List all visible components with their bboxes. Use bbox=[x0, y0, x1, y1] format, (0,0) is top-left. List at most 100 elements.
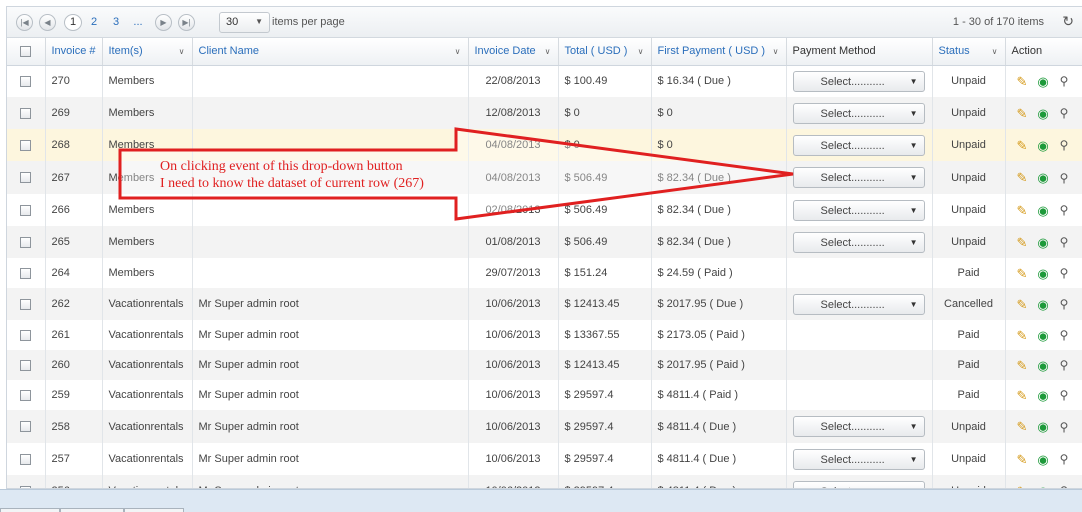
page-1-button[interactable]: 1 bbox=[64, 14, 82, 31]
row-checkbox[interactable] bbox=[7, 97, 46, 129]
row-checkbox[interactable] bbox=[7, 129, 46, 161]
zoom-magnifier-icon[interactable]: ⚲ bbox=[1056, 298, 1073, 310]
zoom-magnifier-icon[interactable]: ⚲ bbox=[1056, 453, 1073, 465]
view-eye-icon[interactable]: ◉ bbox=[1035, 389, 1052, 402]
row-checkbox[interactable] bbox=[7, 65, 46, 97]
edit-pencil-icon[interactable]: ✎ bbox=[1014, 420, 1031, 433]
view-eye-icon[interactable]: ◉ bbox=[1035, 420, 1052, 433]
payment-method-select[interactable]: Select...........▼ bbox=[792, 448, 925, 470]
table-row[interactable]: 266 Members 02/08/2013 $ 506.49 $ 82.34 ( Du… bbox=[7, 194, 1082, 226]
zoom-magnifier-icon[interactable]: ⚲ bbox=[1056, 389, 1073, 401]
row-checkbox[interactable] bbox=[7, 380, 46, 410]
chevron-down-icon[interactable]: ∨ bbox=[638, 47, 644, 56]
row-checkbox[interactable] bbox=[7, 194, 46, 226]
chevron-down-icon[interactable]: ∨ bbox=[992, 47, 998, 56]
table-row[interactable]: 261 Vacationrentals Mr Super admin root 10/… bbox=[7, 320, 1082, 350]
row-checkbox[interactable] bbox=[7, 443, 46, 475]
row-checkbox[interactable] bbox=[7, 475, 46, 488]
edit-pencil-icon[interactable]: ✎ bbox=[1014, 171, 1031, 184]
table-row[interactable]: 258 Vacationrentals Mr Super admin root 10/… bbox=[7, 410, 1082, 443]
first-page-icon[interactable]: |◀ bbox=[16, 14, 33, 31]
view-eye-icon[interactable]: ◉ bbox=[1035, 236, 1052, 249]
edit-pencil-icon[interactable]: ✎ bbox=[1014, 204, 1031, 217]
edit-pencil-icon[interactable]: ✎ bbox=[1014, 139, 1031, 152]
row-checkbox[interactable] bbox=[7, 350, 46, 380]
table-row[interactable]: 260 Vacationrentals Mr Super admin root 10/… bbox=[7, 350, 1082, 380]
row-checkbox[interactable] bbox=[7, 410, 46, 443]
edit-pencil-icon[interactable]: ✎ bbox=[1014, 359, 1031, 372]
last-page-icon[interactable]: ▶| bbox=[178, 14, 195, 31]
table-row[interactable]: 269 Members 12/08/2013 $ 0 $ 0 Select........… bbox=[7, 97, 1082, 129]
payment-method-select[interactable]: Select...........▼ bbox=[792, 293, 925, 315]
page-size-select[interactable]: 30 ▼ bbox=[219, 12, 270, 33]
edit-pencil-icon[interactable]: ✎ bbox=[1014, 236, 1031, 249]
col-total[interactable]: Total ( USD ) ∨ bbox=[558, 38, 652, 66]
payment-method-select[interactable]: Select...........▼ bbox=[792, 167, 925, 188]
zoom-magnifier-icon[interactable]: ⚲ bbox=[1056, 421, 1073, 433]
zoom-magnifier-icon[interactable]: ⚲ bbox=[1056, 75, 1073, 87]
view-eye-icon[interactable]: ◉ bbox=[1035, 453, 1052, 466]
page-more-button[interactable]: ... bbox=[131, 14, 145, 31]
view-eye-icon[interactable]: ◉ bbox=[1035, 267, 1052, 280]
zoom-magnifier-icon[interactable]: ⚲ bbox=[1056, 107, 1073, 119]
view-eye-icon[interactable]: ◉ bbox=[1035, 298, 1052, 311]
payment-method-select[interactable]: Select...........▼ bbox=[792, 102, 925, 124]
col-items[interactable]: Item(s) ∨ bbox=[102, 38, 193, 66]
table-row[interactable]: 259 Vacationrentals Mr Super admin root 10/… bbox=[7, 380, 1082, 410]
payment-method-select[interactable]: Select...........▼ bbox=[792, 199, 925, 221]
edit-pencil-icon[interactable]: ✎ bbox=[1014, 75, 1031, 88]
zoom-magnifier-icon[interactable]: ⚲ bbox=[1056, 204, 1073, 216]
zoom-magnifier-icon[interactable]: ⚲ bbox=[1056, 236, 1073, 248]
page-3-button[interactable]: 3 bbox=[109, 14, 123, 31]
table-row[interactable]: 270 Members 22/08/2013 $ 100.49 $ 16.34 ( Du… bbox=[7, 65, 1082, 97]
refresh-icon[interactable]: ↻ bbox=[1062, 13, 1074, 30]
page-2-button[interactable]: 2 bbox=[87, 14, 101, 31]
table-row[interactable]: 268 Members 04/08/2013 $ 0 $ 0 Select........… bbox=[7, 129, 1082, 161]
zoom-magnifier-icon[interactable]: ⚲ bbox=[1056, 172, 1073, 184]
zoom-magnifier-icon[interactable]: ⚲ bbox=[1056, 139, 1073, 151]
view-eye-icon[interactable]: ◉ bbox=[1035, 75, 1052, 88]
zoom-magnifier-icon[interactable]: ⚲ bbox=[1056, 359, 1073, 371]
bottom-tab[interactable] bbox=[124, 508, 184, 512]
row-checkbox[interactable] bbox=[7, 226, 46, 258]
payment-method-select[interactable]: Select...........▼ bbox=[792, 134, 925, 156]
col-client[interactable]: Client Name ∨ bbox=[192, 38, 469, 66]
table-row[interactable]: 265 Members 01/08/2013 $ 506.49 $ 82.34 ( Du… bbox=[7, 226, 1082, 258]
payment-method-select[interactable]: Select...........▼ bbox=[792, 416, 925, 437]
payment-method-select[interactable]: Select...........▼ bbox=[792, 480, 925, 488]
payment-method-select[interactable]: Select...........▼ bbox=[792, 231, 925, 253]
chevron-down-icon[interactable]: ∨ bbox=[773, 47, 779, 56]
select-all-checkbox[interactable] bbox=[7, 38, 46, 66]
edit-pencil-icon[interactable]: ✎ bbox=[1014, 329, 1031, 342]
table-row[interactable]: 256VacationrentalsMr Super admin root10/… bbox=[7, 475, 1082, 488]
col-status[interactable]: Status ∨ bbox=[932, 38, 1006, 66]
view-eye-icon[interactable]: ◉ bbox=[1035, 359, 1052, 372]
col-first-payment[interactable]: First Payment ( USD ) ∨ bbox=[651, 38, 787, 66]
edit-pencil-icon[interactable]: ✎ bbox=[1014, 267, 1031, 280]
view-eye-icon[interactable]: ◉ bbox=[1035, 329, 1052, 342]
table-row[interactable]: 257 Vacationrentals Mr Super admin root 10/… bbox=[7, 443, 1082, 475]
row-checkbox[interactable] bbox=[7, 320, 46, 350]
chevron-down-icon[interactable]: ∨ bbox=[545, 47, 551, 56]
row-checkbox[interactable] bbox=[7, 288, 46, 320]
view-eye-icon[interactable]: ◉ bbox=[1035, 139, 1052, 152]
edit-pencil-icon[interactable]: ✎ bbox=[1014, 453, 1031, 466]
view-eye-icon[interactable]: ◉ bbox=[1035, 107, 1052, 120]
view-eye-icon[interactable]: ◉ bbox=[1035, 204, 1052, 217]
view-eye-icon[interactable]: ◉ bbox=[1035, 171, 1052, 184]
chevron-down-icon[interactable]: ∨ bbox=[455, 47, 461, 56]
chevron-down-icon[interactable]: ∨ bbox=[179, 47, 185, 56]
edit-pencil-icon[interactable]: ✎ bbox=[1014, 389, 1031, 402]
row-checkbox[interactable] bbox=[7, 161, 46, 194]
table-row[interactable]: 264 Members 29/07/2013 $ 151.24 $ 24.59 ( Pa… bbox=[7, 258, 1082, 288]
row-checkbox[interactable] bbox=[7, 258, 46, 288]
next-page-icon[interactable]: ▶ bbox=[155, 14, 172, 31]
bottom-tab[interactable] bbox=[0, 508, 60, 512]
col-date[interactable]: Invoice Date ∨ bbox=[468, 38, 559, 66]
zoom-magnifier-icon[interactable]: ⚲ bbox=[1056, 267, 1073, 279]
zoom-magnifier-icon[interactable]: ⚲ bbox=[1056, 329, 1073, 341]
prev-page-icon[interactable]: ◀ bbox=[39, 14, 56, 31]
bottom-tab[interactable] bbox=[60, 508, 124, 512]
edit-pencil-icon[interactable]: ✎ bbox=[1014, 107, 1031, 120]
col-invoice[interactable]: Invoice # bbox=[45, 38, 103, 66]
